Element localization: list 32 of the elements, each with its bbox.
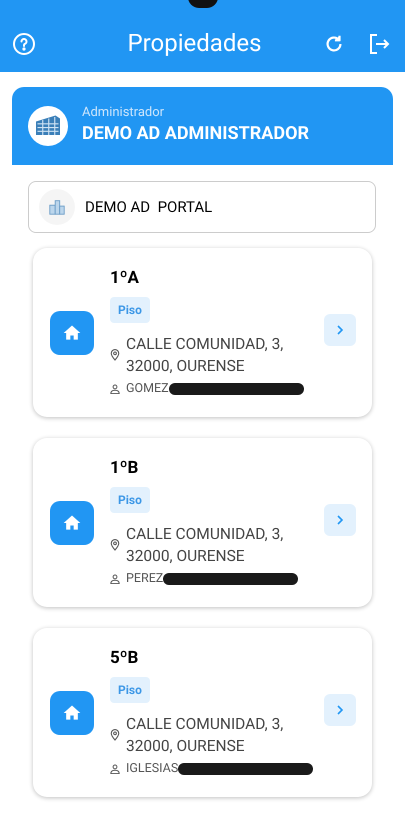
house-icon (50, 500, 94, 544)
house-icon (50, 690, 94, 734)
property-address: CALLE COMUNIDAD, 3, 32000, OURENSE (126, 714, 284, 757)
property-type-tag: Piso (110, 296, 150, 323)
page-title: Propiedades (127, 28, 262, 59)
location-pin-icon (110, 728, 120, 741)
logout-icon[interactable] (367, 32, 391, 56)
owner-name: PEREZ (126, 570, 164, 588)
owner-name: IGLESIAS (126, 760, 178, 778)
house-icon (50, 310, 94, 354)
person-icon (110, 384, 120, 394)
unit-name: 1ºB (110, 456, 138, 479)
help-icon[interactable] (12, 32, 36, 56)
unit-name: 1ºA (110, 266, 139, 289)
location-pin-icon (110, 348, 120, 361)
property-type-tag: Piso (110, 676, 150, 703)
unit-name: 5ºB (110, 646, 138, 669)
person-icon (110, 574, 120, 584)
property-card[interactable]: 1ºB Piso CALLE COMUNIDAD, 3, 32000, OURENSE PEREZ (33, 438, 372, 607)
property-card[interactable]: 1ºA Piso CALLE COMUNIDAD, 3, 32000, OURENSE GOMEZ (33, 248, 372, 417)
location-pin-icon (110, 538, 120, 551)
person-icon (110, 764, 120, 774)
property-address: CALLE COMUNIDAD, 3, 32000, OURENSE (126, 524, 284, 567)
building-logo-icon (28, 106, 68, 146)
property-card[interactable]: 5ºB Piso CALLE COMUNIDAD, 3, 32000, OURENSE IGLESIAS (33, 628, 372, 797)
account-name: DEMO AD ADMINISTRADOR (82, 122, 310, 146)
buildings-icon (39, 189, 75, 225)
property-type-tag: Piso (110, 486, 150, 513)
property-address: CALLE COMUNIDAD, 3, 32000, OURENSE (126, 334, 284, 377)
account-role: Administrador (82, 105, 166, 121)
community-selector[interactable]: DEMO AD PORTAL (28, 181, 376, 233)
owner-name: GOMEZ (126, 380, 169, 398)
